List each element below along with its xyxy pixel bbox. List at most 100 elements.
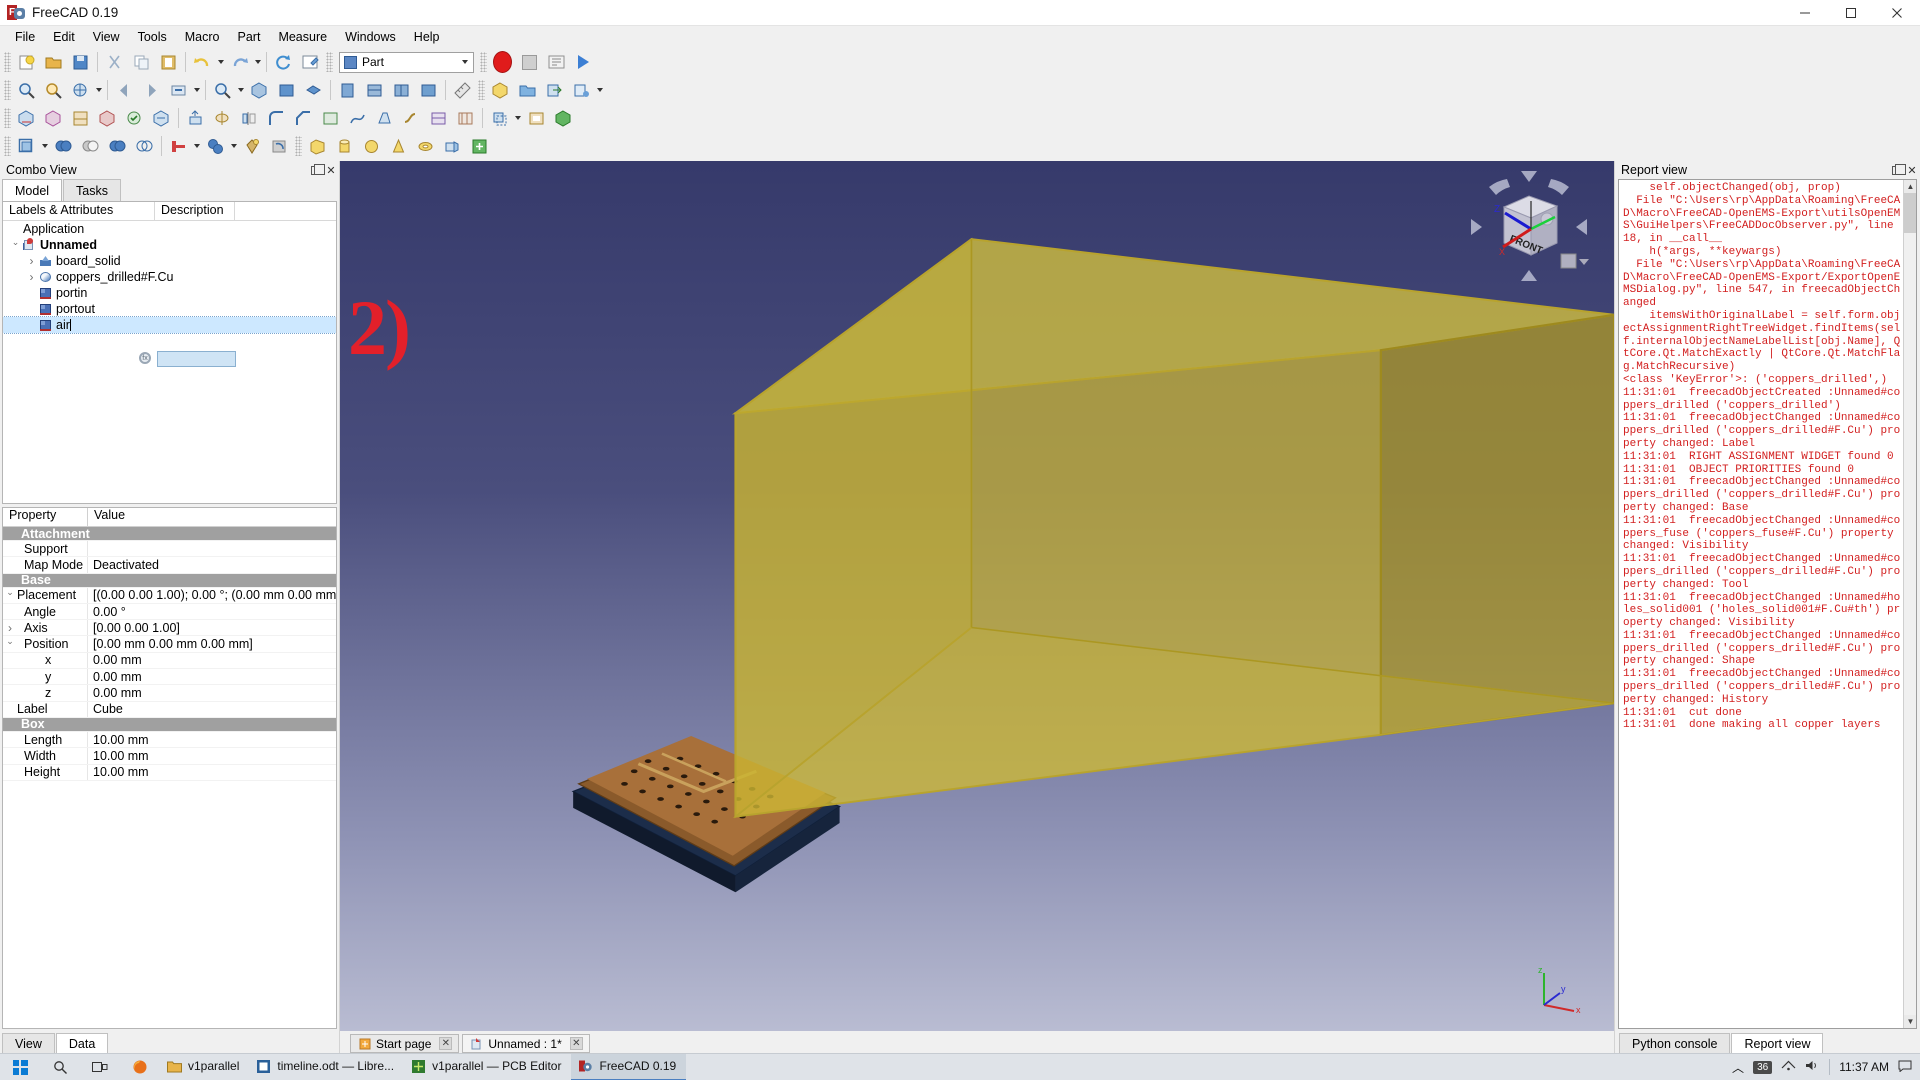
section-button[interactable] <box>425 105 452 131</box>
axonometric-view-button[interactable] <box>246 77 273 103</box>
toolbar-grip[interactable] <box>4 108 11 128</box>
scroll-up-icon[interactable]: ▲ <box>1904 180 1916 193</box>
menu-help[interactable]: Help <box>405 28 449 46</box>
menu-macro[interactable]: Macro <box>176 28 229 46</box>
sweep-button[interactable] <box>398 105 425 131</box>
property-row-label[interactable]: Label Cube <box>3 701 336 718</box>
tree-expander-right-icon[interactable] <box>25 254 38 268</box>
toolbar-grip[interactable] <box>4 52 11 72</box>
property-value[interactable]: [(0.00 0.00 1.00); 0.00 °; (0.00 mm 0.00… <box>88 588 336 602</box>
close-tab-icon[interactable]: ✕ <box>569 1037 583 1050</box>
front-view-button[interactable] <box>273 77 300 103</box>
expander-down-icon[interactable] <box>3 639 17 650</box>
inline-edit-field[interactable] <box>157 351 236 367</box>
tab-report-view[interactable]: Report view <box>1731 1033 1824 1053</box>
maximize-button[interactable] <box>1828 0 1874 26</box>
property-value[interactable]: [0.00 mm 0.00 mm 0.00 mm] <box>88 637 336 651</box>
create-primitives-button[interactable] <box>439 133 466 159</box>
cylinder-primitive-button[interactable] <box>331 133 358 159</box>
property-value[interactable]: 0.00 mm <box>88 653 336 667</box>
paste-button[interactable] <box>155 49 182 75</box>
taskbar-item-timeline-odt[interactable]: timeline.odt — Libre... <box>249 1054 404 1080</box>
common-button[interactable] <box>104 133 131 159</box>
menu-measure[interactable]: Measure <box>269 28 336 46</box>
property-value[interactable]: [0.00 0.00 1.00] <box>88 621 336 635</box>
property-value[interactable]: 0.00 ° <box>88 605 336 619</box>
macro-execute-button[interactable] <box>570 49 597 75</box>
task-view-icon[interactable] <box>80 1054 120 1080</box>
fillet-button[interactable] <box>263 105 290 131</box>
link-object-button[interactable] <box>541 77 568 103</box>
workbench-selector[interactable]: Part <box>339 51 474 73</box>
property-row-height[interactable]: Height 10.00 mm <box>3 764 336 781</box>
refresh-button[interactable] <box>270 49 297 75</box>
undo-dropdown[interactable] <box>216 49 226 75</box>
copy-button[interactable] <box>128 49 155 75</box>
open-document-button[interactable] <box>40 49 67 75</box>
box-primitive-button[interactable] <box>304 133 331 159</box>
cut-button[interactable] <box>101 49 128 75</box>
tree-item-air[interactable]: air <box>3 316 336 334</box>
menu-tools[interactable]: Tools <box>129 28 176 46</box>
import-cad-button[interactable] <box>13 105 40 131</box>
torus-primitive-button[interactable] <box>412 133 439 159</box>
toolbar-grip[interactable] <box>480 52 487 72</box>
union-button[interactable] <box>50 133 77 159</box>
new-document-button[interactable] <box>13 49 40 75</box>
tree-item-portout[interactable]: portout <box>3 301 336 317</box>
toolbar-grip[interactable] <box>478 80 485 100</box>
toolbar-grip[interactable] <box>4 136 11 156</box>
menu-part[interactable]: Part <box>229 28 270 46</box>
tree-item-coppers-drilled[interactable]: coppers_drilled#F.Cu <box>3 269 336 285</box>
macro-edit-button[interactable] <box>297 49 324 75</box>
make-face-button[interactable] <box>317 105 344 131</box>
property-row-map-mode[interactable]: Map Mode Deactivated <box>3 557 336 574</box>
sphere-primitive-button[interactable] <box>358 133 385 159</box>
bottom-view-button[interactable] <box>388 77 415 103</box>
model-tree[interactable]: Labels & Attributes Description Applicat… <box>2 201 337 504</box>
windows-start-button[interactable] <box>0 1054 40 1080</box>
shape-builder-2-button[interactable] <box>466 133 493 159</box>
top-view-button[interactable] <box>300 77 327 103</box>
rear-view-button[interactable] <box>361 77 388 103</box>
chamfer-button[interactable] <box>290 105 317 131</box>
join-dropdown[interactable] <box>192 133 202 159</box>
float-panel-button[interactable] <box>1888 162 1906 178</box>
cone-primitive-button[interactable] <box>385 133 412 159</box>
menu-edit[interactable]: Edit <box>44 28 84 46</box>
expander-down-icon[interactable] <box>3 590 17 601</box>
macro-stop-button[interactable] <box>516 49 543 75</box>
right-view-button[interactable] <box>334 77 361 103</box>
property-value[interactable]: 0.00 mm <box>88 686 336 700</box>
scroll-down-icon[interactable]: ▼ <box>1904 1015 1916 1028</box>
property-value[interactable]: Cube <box>88 702 336 716</box>
draw-style-dropdown[interactable] <box>94 77 104 103</box>
property-row-z[interactable]: z 0.00 mm <box>3 685 336 702</box>
toolbar-grip[interactable] <box>4 80 11 100</box>
thickness-button[interactable] <box>523 105 550 131</box>
intersection-button[interactable] <box>131 133 158 159</box>
create-part-button[interactable] <box>487 77 514 103</box>
redo-dropdown[interactable] <box>253 49 263 75</box>
close-panel-button[interactable]: ✕ <box>323 162 339 178</box>
notification-icon[interactable] <box>1898 1059 1912 1075</box>
link-nav-button[interactable] <box>165 77 192 103</box>
link-actions-dropdown[interactable] <box>595 77 605 103</box>
search-icon[interactable] <box>40 1054 80 1080</box>
tray-chevron-icon[interactable]: ︿ <box>1732 1059 1744 1076</box>
property-value[interactable]: Deactivated <box>88 558 336 572</box>
property-row-length[interactable]: Length 10.00 mm <box>3 731 336 749</box>
taskbar-item-freecad[interactable]: FreeCAD 0.19 <box>571 1053 687 1080</box>
property-row-angle[interactable]: Angle 0.00 ° <box>3 603 336 621</box>
toolbar-grip[interactable] <box>326 52 333 72</box>
property-value[interactable]: 10.00 mm <box>88 733 336 747</box>
tab-view[interactable]: View <box>2 1033 55 1053</box>
boolean-button[interactable] <box>13 133 40 159</box>
tab-start-page[interactable]: Start page ✕ <box>350 1034 460 1053</box>
fit-all-button[interactable] <box>13 77 40 103</box>
navigation-cube[interactable]: FRONT Z X <box>1469 169 1589 284</box>
zoom-dropdown[interactable] <box>236 77 246 103</box>
property-row-position[interactable]: Position [0.00 mm 0.00 mm 0.00 mm] <box>3 636 336 653</box>
defeaturing-button[interactable] <box>94 105 121 131</box>
tree-column-description[interactable]: Description <box>155 202 235 221</box>
